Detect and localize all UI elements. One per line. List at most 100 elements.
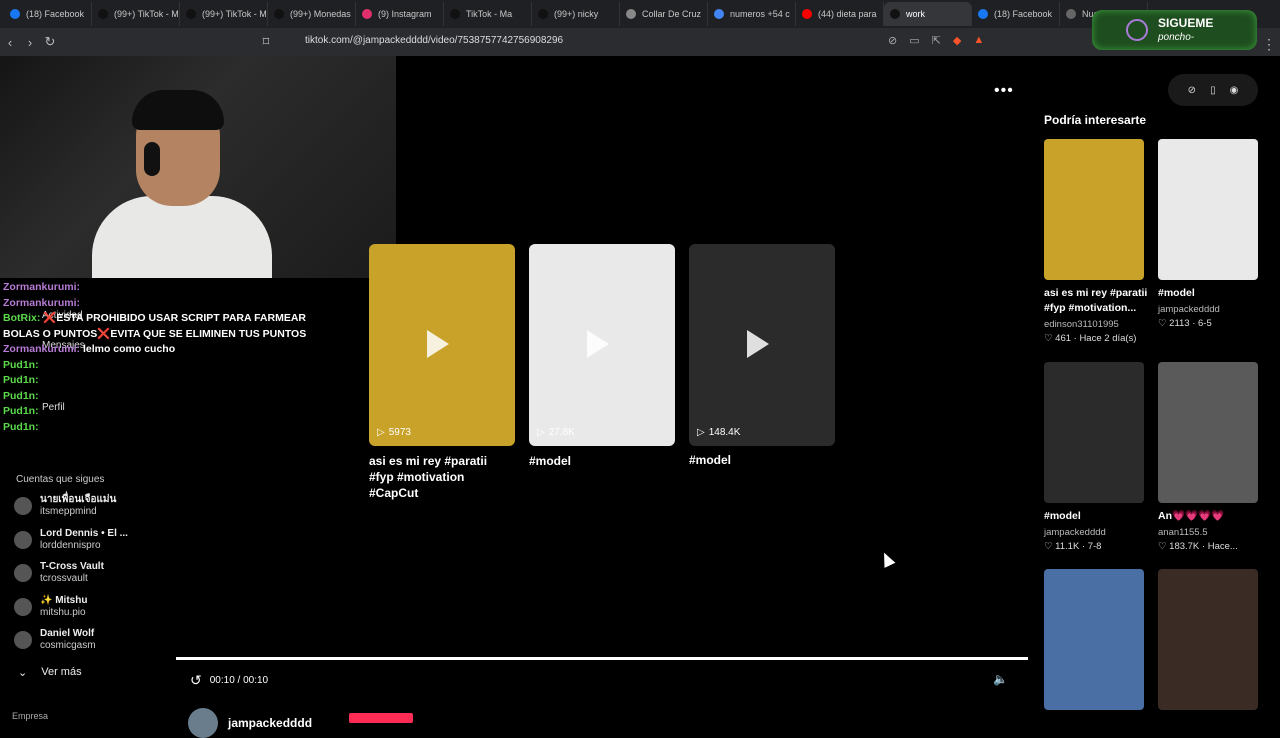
video-author[interactable]: jampackedddd: [188, 708, 312, 738]
brave-shield-icon[interactable]: ◆: [953, 34, 961, 47]
forward-icon[interactable]: ›: [20, 35, 40, 50]
following-item[interactable]: ✨ Mitshu mitshu.pio: [14, 595, 174, 619]
recommended-author[interactable]: edinson31101995: [1044, 318, 1119, 331]
video-caption[interactable]: #model: [689, 452, 829, 468]
video-thumbnail[interactable]: ▷ 27.8K: [529, 244, 675, 446]
tab-favicon-icon: [978, 9, 988, 19]
tab-label: (18) Facebook: [26, 9, 85, 19]
recommended-thumbnail[interactable]: [1158, 362, 1258, 503]
video-thumbnail[interactable]: ▷ 5973: [369, 244, 515, 446]
following-handle: cosmicgasm: [40, 640, 96, 651]
overlay-logo-icon: [1126, 19, 1148, 41]
recommended-caption[interactable]: An💗💗💗💗: [1158, 509, 1268, 524]
progress-bar[interactable]: [176, 657, 1028, 660]
browser-menu-icon[interactable]: ⋮: [1262, 36, 1276, 53]
tab-7[interactable]: Collar De Cruz: [620, 2, 708, 26]
recommended-author[interactable]: jampackedddd: [1158, 303, 1220, 316]
tab-favicon-icon: [98, 9, 108, 19]
tab-favicon-icon: [450, 9, 460, 19]
recommended-caption[interactable]: #model: [1044, 509, 1154, 524]
tab-6[interactable]: (99+) nicky: [532, 2, 620, 26]
url-text[interactable]: tiktok.com/@jampackedddd/video/753875774…: [305, 35, 563, 46]
tab-label: work: [906, 9, 926, 19]
volume-icon[interactable]: 🔈: [993, 672, 1008, 686]
recommended-thumbnail[interactable]: [1044, 139, 1144, 280]
more-options-icon[interactable]: •••: [994, 82, 1014, 100]
recommended-thumbnail[interactable]: [1044, 362, 1144, 503]
recommended-author[interactable]: anan1155.5: [1158, 526, 1208, 539]
avatar[interactable]: [14, 631, 32, 649]
extension-icons: ⊘ ▭ ⇱ ◆ ▲: [888, 34, 984, 47]
play-small-icon: ▷: [377, 427, 385, 438]
tab-4[interactable]: (9) Instagram: [356, 2, 444, 26]
author-username[interactable]: jampackedddd: [228, 716, 312, 730]
following-item[interactable]: นายเพื่อนเจือแม่น itsmeppmind: [14, 494, 174, 518]
share-icon[interactable]: ⇱: [932, 34, 941, 47]
overlay-line2: poncho-: [1158, 32, 1195, 43]
following-handle: tcrossvault: [40, 573, 88, 584]
chevron-down-icon: ⌄: [18, 667, 28, 679]
chat-line: Pud1n:: [3, 373, 323, 389]
video-caption[interactable]: #model: [529, 453, 669, 469]
following-item[interactable]: T-Cross Vault tcrossvault: [14, 561, 174, 585]
recommended-thumbnail[interactable]: [1158, 569, 1258, 710]
reload-icon[interactable]: ↻: [40, 34, 60, 50]
recommended-stats: ♡ 183.7K · Hace...: [1158, 541, 1238, 552]
tab-favicon-icon: [1066, 9, 1076, 19]
recommended-caption[interactable]: #model: [1158, 286, 1268, 301]
following-name: T-Cross Vault: [40, 561, 104, 572]
compass-icon[interactable]: ⊘: [1188, 85, 1196, 96]
tab-1[interactable]: (99+) TikTok - M: [92, 2, 180, 26]
recommended-thumbnail[interactable]: [1158, 139, 1258, 280]
video-caption[interactable]: asi es mi rey #paratii #fyp #motivation …: [369, 453, 509, 501]
tab-favicon-icon: [802, 9, 812, 19]
tab-label: (99+) Monedas: [290, 9, 351, 19]
chat-user: Zormankurumi:: [3, 281, 81, 293]
tab-favicon-icon: [538, 9, 548, 19]
profile-avatar-icon[interactable]: ◉: [1230, 85, 1239, 96]
recommended-stats: ♡ 2113 · 6-5: [1158, 318, 1212, 329]
play-small-icon: ▷: [697, 427, 705, 438]
avatar[interactable]: [14, 530, 32, 549]
recommended-stats: ♡ 461 · Hace 2 día(s): [1044, 333, 1137, 344]
chat-line: Pud1n:: [3, 389, 323, 405]
following-item[interactable]: Lord Dennis • El ... lorddennispro: [14, 528, 174, 552]
streamer-figure: [92, 90, 272, 278]
avatar[interactable]: [14, 564, 32, 582]
tab-favicon-icon: [362, 9, 372, 19]
recommended-caption[interactable]: asi es mi rey #paratii #fyp #motivation.…: [1044, 286, 1154, 316]
avatar[interactable]: [14, 497, 32, 515]
chat-user: Pud1n:: [3, 358, 39, 371]
view-count-value: 5973: [388, 427, 411, 438]
ver-mas-button[interactable]: ⌄ Ver más: [18, 666, 82, 679]
translate-icon[interactable]: ⊘: [888, 34, 897, 47]
chat-user: Zormankurumi:: [3, 296, 81, 309]
tab-2[interactable]: (99+) TikTok - M: [180, 2, 268, 26]
author-avatar[interactable]: [188, 708, 218, 738]
following-name: Lord Dennis • El ...: [40, 527, 128, 539]
tab-9[interactable]: (44) dieta para: [796, 2, 884, 26]
following-name: Daniel Wolf: [40, 628, 95, 639]
bookmark-icon[interactable]: ⌑: [256, 34, 276, 50]
tab-10[interactable]: work: [884, 2, 972, 26]
view-count-value: 27.8K: [548, 427, 575, 438]
following-item[interactable]: Daniel Wolf cosmicgasm: [14, 628, 174, 652]
phone-icon[interactable]: ▯: [1210, 85, 1216, 96]
video-thumbnail[interactable]: ▷ 148.4K: [689, 244, 835, 446]
view-count: ▷ 27.8K: [537, 427, 575, 438]
tab-8[interactable]: numeros +54 c: [708, 2, 796, 26]
chat-line: Zormankurumi: lelmo como cucho: [3, 342, 323, 358]
avatar[interactable]: [14, 597, 32, 616]
replay-icon[interactable]: ↺: [190, 672, 202, 689]
follow-button[interactable]: [349, 713, 413, 723]
back-icon[interactable]: ‹: [0, 35, 20, 50]
cast-icon[interactable]: ▭: [909, 34, 919, 47]
brave-rewards-icon[interactable]: ▲: [973, 34, 984, 47]
tab-11[interactable]: (18) Facebook: [972, 2, 1060, 26]
tab-5[interactable]: TikTok - Ma: [444, 2, 532, 26]
tab-3[interactable]: (99+) Monedas: [268, 2, 356, 26]
recommended-thumbnail[interactable]: [1044, 569, 1144, 710]
chat-line: Pud1n:: [3, 420, 323, 436]
tab-0[interactable]: (18) Facebook: [4, 2, 92, 26]
recommended-author[interactable]: jampackedddd: [1044, 526, 1106, 539]
